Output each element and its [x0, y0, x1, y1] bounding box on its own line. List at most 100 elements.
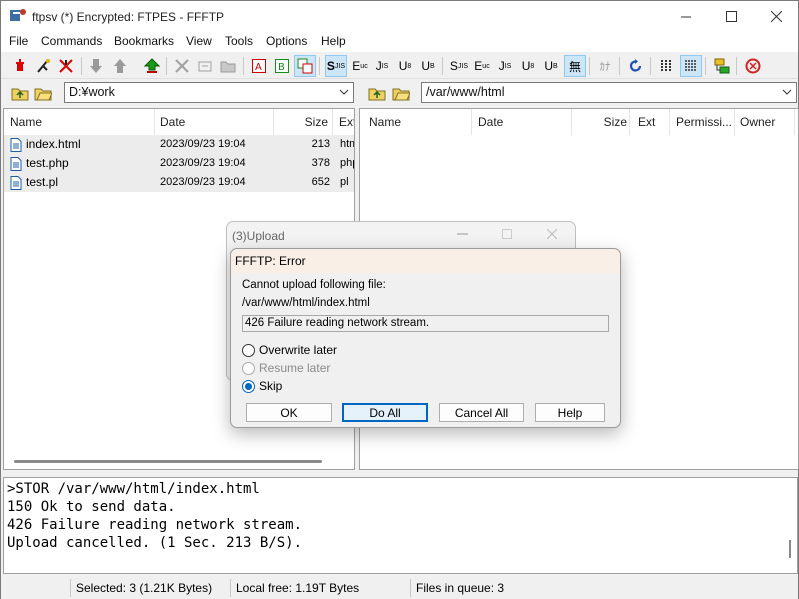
local-col-name[interactable]: Name: [4, 109, 155, 135]
status-divider: [230, 579, 231, 597]
ascii-mode-icon: A: [252, 59, 266, 73]
cancel-all-button[interactable]: Cancel All: [439, 403, 524, 422]
remote-col-name[interactable]: Name: [360, 109, 472, 135]
parent-folder-icon: [368, 88, 386, 101]
menu-bookmarks[interactable]: Bookmarks: [114, 34, 174, 48]
delete-button[interactable]: [171, 55, 193, 77]
minimize-button[interactable]: [663, 1, 709, 32]
remote-col-owner[interactable]: Owner: [735, 109, 795, 135]
maximize-button[interactable]: [708, 1, 754, 32]
ascii-mode-button[interactable]: A: [248, 55, 270, 77]
error-message: Cannot upload following file:: [242, 279, 386, 291]
abort-button[interactable]: [742, 55, 764, 77]
remote-open-folder-button[interactable]: [391, 83, 411, 103]
mkdir-button[interactable]: [217, 55, 239, 77]
ok-button[interactable]: OK: [246, 403, 332, 422]
remote-jis-button[interactable]: J IS: [371, 55, 393, 77]
file-icon: [10, 157, 22, 171]
download-button[interactable]: [85, 55, 107, 77]
error-dialog[interactable]: FFFTP: Error Cannot upload following fil…: [230, 248, 621, 428]
remote-col-ext[interactable]: Ext: [630, 109, 670, 135]
file-name: test.pl: [26, 175, 59, 189]
local-sjis-button[interactable]: S JIS: [448, 55, 470, 77]
menu-file[interactable]: File: [9, 34, 28, 48]
local-path-combo[interactable]: D:¥work: [64, 82, 354, 103]
rename-button[interactable]: [194, 55, 216, 77]
window-title: ftpsv (*) Encrypted: FTPES - FFFTP: [32, 10, 225, 24]
auto-mode-button[interactable]: [294, 55, 316, 77]
local-utf8-button[interactable]: U8: [517, 55, 539, 77]
remote-euc-button[interactable]: Euc: [349, 55, 371, 77]
local-col-size[interactable]: Size: [274, 109, 333, 135]
euc-icon: E: [474, 59, 483, 73]
local-jis-button[interactable]: J IS: [494, 55, 516, 77]
remote-utf8-button[interactable]: U8: [394, 55, 416, 77]
error-reason: 426 Failure reading network stream.: [245, 317, 430, 329]
file-size: 213: [311, 138, 330, 150]
parent-folder-icon: [11, 88, 29, 101]
open-folder-icon: [34, 88, 52, 101]
help-button[interactable]: Help: [535, 403, 605, 422]
title-bar[interactable]: ftpsv (*) Encrypted: FTPES - FFFTP: [1, 1, 798, 32]
remote-parent-folder-button[interactable]: [367, 83, 387, 103]
utf8-icon: U: [521, 59, 531, 73]
horizontal-scrollbar[interactable]: [14, 460, 322, 463]
local-col-ext[interactable]: Ext: [333, 109, 354, 135]
file-row[interactable]: test.php 2023/09/23 19:04 378 php: [4, 154, 354, 173]
rename-icon: [198, 61, 212, 72]
remote-sjis-button[interactable]: S JIS: [325, 55, 347, 77]
menu-bar: File Commands Bookmarks View Tools Optio…: [1, 32, 798, 52]
vertical-scrollbar[interactable]: [789, 540, 791, 558]
file-row[interactable]: test.pl 2023/09/23 19:04 652 pl: [4, 173, 354, 192]
minimize-icon[interactable]: [457, 233, 468, 235]
chevron-down-icon: [339, 89, 349, 95]
file-size: 378: [311, 157, 330, 169]
mirror-upload-button[interactable]: [141, 55, 163, 77]
local-utf8bom-button[interactable]: UB: [540, 55, 562, 77]
utf8-bom-icon: U: [421, 59, 430, 73]
toolbar-separator: [442, 57, 443, 75]
up-arrow-icon: [114, 59, 126, 73]
local-path-text: D:¥work: [69, 85, 115, 99]
connect-button[interactable]: [9, 55, 31, 77]
local-euc-button[interactable]: Euc: [471, 55, 493, 77]
details-view-button[interactable]: [680, 55, 702, 77]
file-ext: pl: [340, 176, 349, 188]
maximize-icon[interactable]: [502, 229, 512, 239]
details-view-icon: [685, 60, 697, 71]
remote-utf8bom-button[interactable]: UB: [417, 55, 439, 77]
log-line: 426 Failure reading network stream.: [7, 517, 303, 533]
status-bar: Selected: 3 (1.21K Bytes) Local free: 1.…: [1, 577, 798, 599]
kana-conversion-button[interactable]: ｶﾅ: [594, 55, 616, 77]
refresh-button[interactable]: [625, 55, 647, 77]
local-open-folder-button[interactable]: [33, 83, 53, 103]
sync-browse-button[interactable]: [711, 55, 733, 77]
remote-path-combo[interactable]: /var/www/html: [421, 82, 797, 103]
log-panel[interactable]: >STOR /var/www/html/index.html 150 Ok to…: [3, 477, 798, 574]
remote-col-permission[interactable]: Permissi...: [670, 109, 735, 135]
upload-button[interactable]: [109, 55, 131, 77]
menu-options[interactable]: Options: [266, 34, 307, 48]
abort-icon: [745, 58, 761, 74]
close-button[interactable]: [753, 1, 799, 32]
menu-help[interactable]: Help: [321, 34, 346, 48]
close-icon[interactable]: [547, 229, 557, 239]
list-view-button[interactable]: [656, 55, 678, 77]
menu-view[interactable]: View: [186, 34, 212, 48]
binary-mode-button[interactable]: B: [271, 55, 293, 77]
radio-resume-later: Resume later: [242, 360, 330, 376]
remote-col-date[interactable]: Date: [472, 109, 572, 135]
radio-overwrite-later[interactable]: Overwrite later: [242, 342, 337, 358]
remote-col-size[interactable]: Size: [572, 109, 630, 135]
menu-tools[interactable]: Tools: [225, 34, 253, 48]
file-row[interactable]: index.html 2023/09/23 19:04 213 htm: [4, 135, 354, 154]
disconnect-button[interactable]: [55, 55, 77, 77]
do-all-button[interactable]: Do All: [342, 403, 428, 422]
connect-icon: [16, 59, 24, 71]
radio-skip[interactable]: Skip: [242, 378, 282, 394]
menu-commands[interactable]: Commands: [41, 34, 102, 48]
local-parent-folder-button[interactable]: [10, 83, 30, 103]
local-col-date[interactable]: Date: [155, 109, 274, 135]
quick-connect-button[interactable]: [32, 55, 54, 77]
no-conversion-button[interactable]: 無: [564, 55, 586, 77]
